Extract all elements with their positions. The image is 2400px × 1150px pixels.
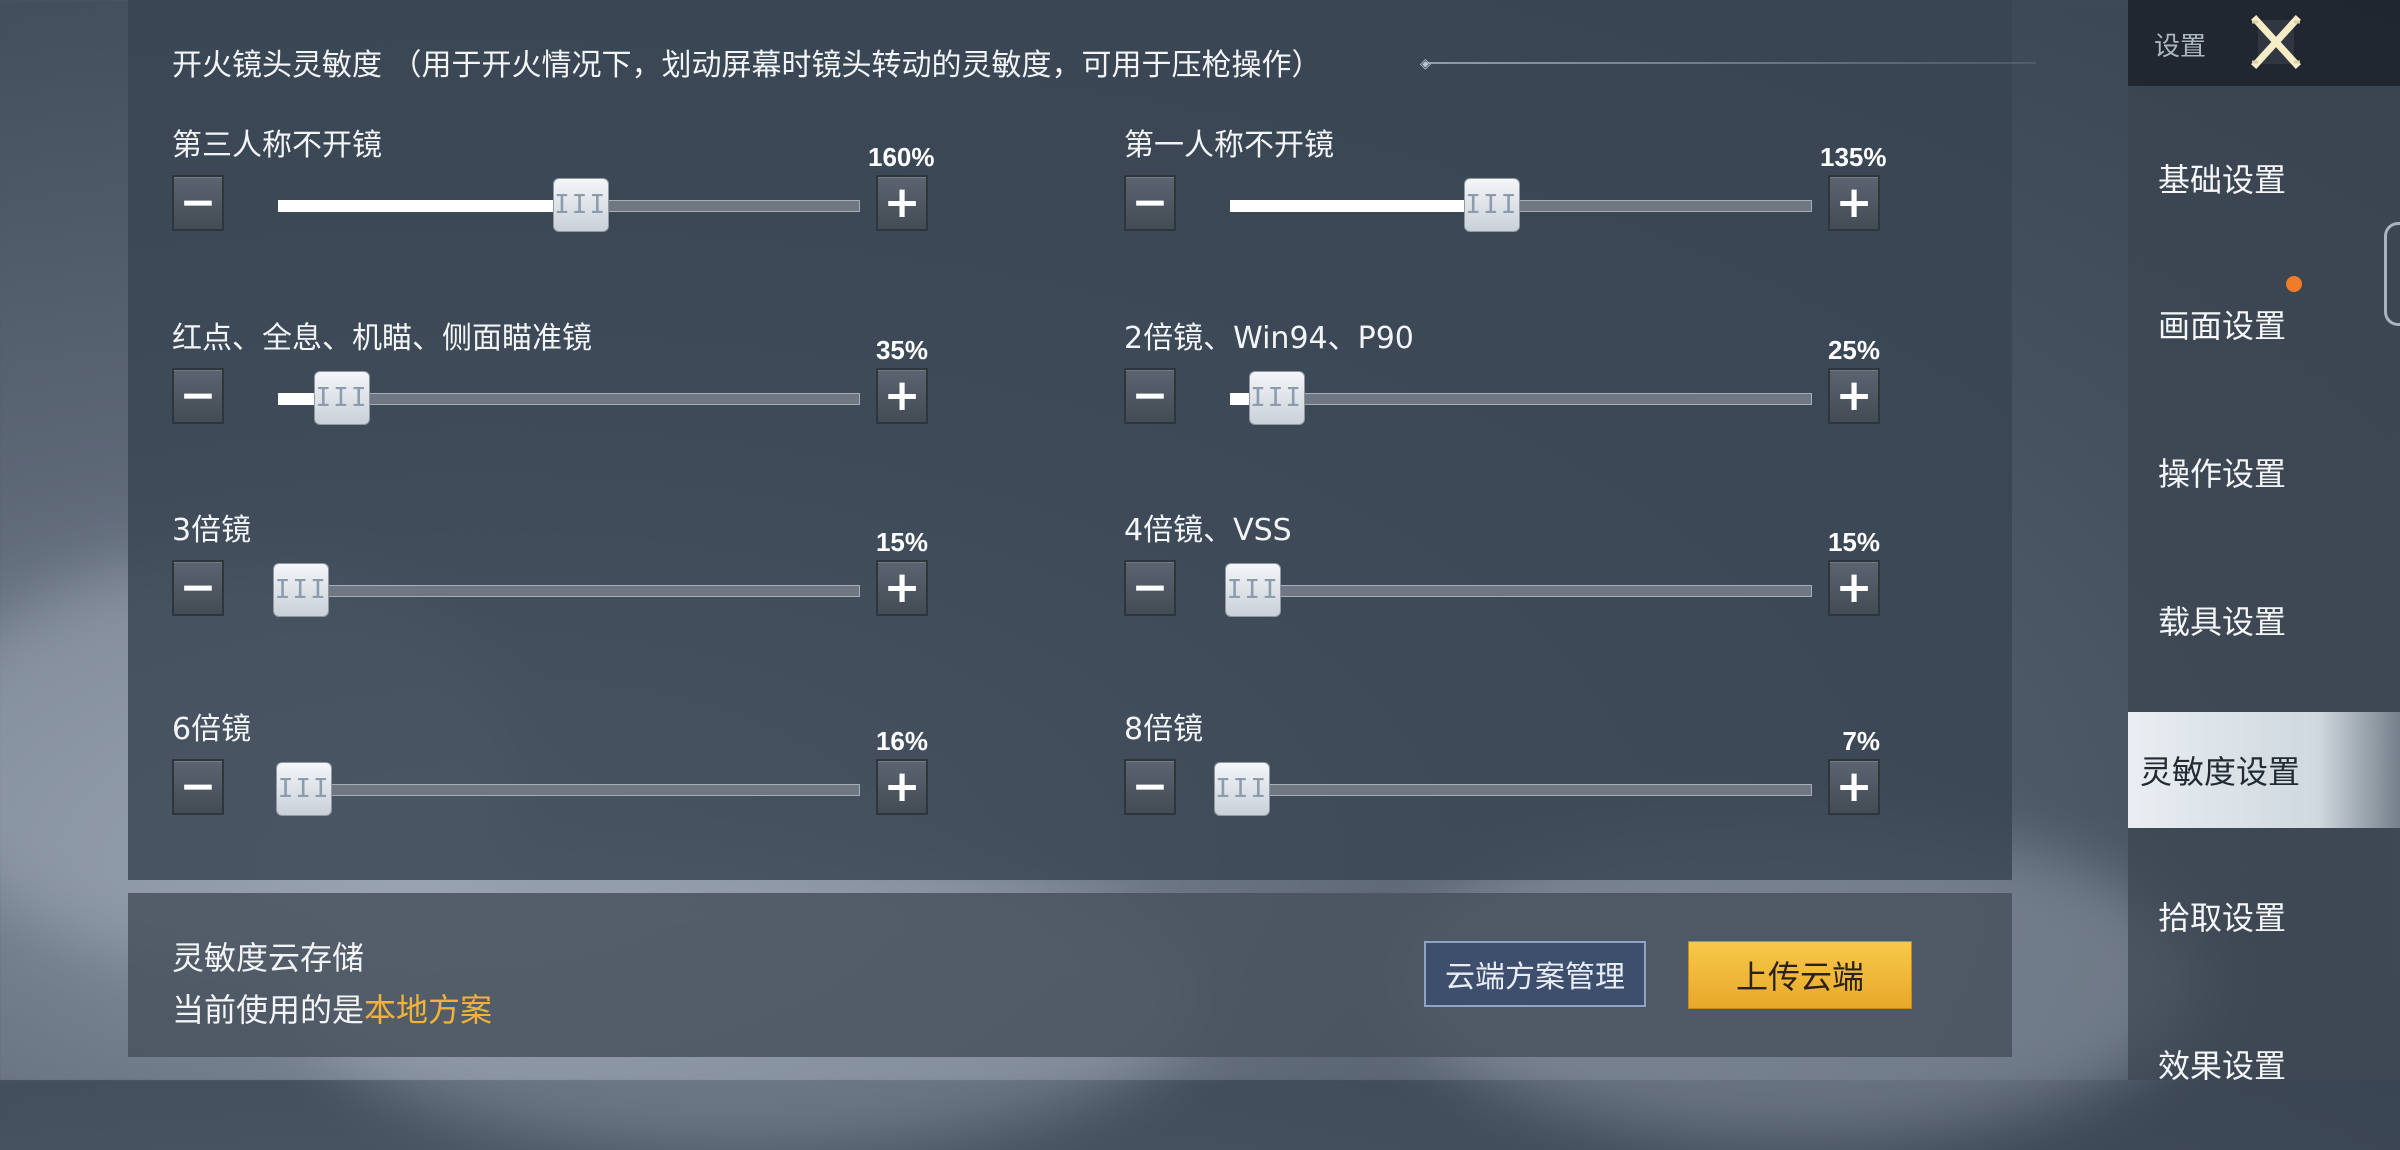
sidebar-item-vehicle[interactable]: 载具设置 (2128, 562, 2400, 678)
sidebar-item-label: 基础设置 (2158, 161, 2287, 199)
sidebar-item-controls[interactable]: 操作设置 (2128, 414, 2400, 530)
slider-label: 4倍镜、VSS (1124, 513, 1292, 548)
slider-8x: 8倍镜 7% − III + (1080, 704, 1880, 864)
close-button[interactable] (2228, 6, 2324, 78)
slider-thumb[interactable]: III (552, 178, 609, 232)
slider-label: 第一人称不开镜 (1124, 128, 1334, 163)
slider-track[interactable] (1230, 393, 1812, 405)
slider-thumb[interactable]: III (1213, 762, 1270, 816)
increase-button[interactable]: + (1828, 368, 1880, 424)
side-handle[interactable] (2384, 222, 2400, 326)
sidebar-item-graphics[interactable]: 画面设置 (2128, 266, 2400, 382)
slider-third-person: 第三人称不开镜 160% − III + (128, 120, 935, 280)
decrease-button[interactable]: − (1124, 759, 1176, 815)
slider-thumb[interactable]: III (273, 563, 330, 617)
slider-4x: 4倍镜、VSS 15% − III + (1080, 505, 1880, 665)
slider-label: 6倍镜 (172, 712, 252, 747)
sidebar-item-sensitivity[interactable]: 灵敏度设置 (2128, 712, 2400, 828)
slider-3x: 3倍镜 15% − III + (128, 505, 928, 665)
notification-dot-icon (2286, 276, 2302, 292)
slider-label: 3倍镜 (172, 513, 252, 548)
slider-track[interactable] (1230, 784, 1812, 796)
decrease-button[interactable]: − (172, 368, 224, 424)
sidebar-header: 设置 (2128, 0, 2400, 86)
title-divider (1424, 62, 2036, 64)
current-plan-text: 当前使用的是本地方案 (172, 985, 492, 1031)
slider-value: 135% (1820, 142, 1887, 172)
current-plan-name: 本地方案 (364, 991, 493, 1029)
slider-label: 8倍镜 (1124, 712, 1204, 747)
increase-button[interactable]: + (876, 759, 928, 815)
slider-red-dot: 红点、全息、机瞄、侧面瞄准镜 35% − III + (128, 313, 928, 473)
slider-value: 15% (1827, 527, 1880, 557)
increase-button[interactable]: + (1828, 175, 1880, 231)
sidebar-item-effects[interactable]: 效果设置 (2128, 1006, 2400, 1122)
slider-thumb[interactable]: III (276, 762, 333, 816)
upload-cloud-button[interactable]: 上传云端 (1688, 941, 1912, 1009)
slider-thumb[interactable]: III (314, 371, 371, 425)
settings-header-label: 设置 (2154, 32, 2207, 62)
slider-2x: 2倍镜、Win94、P90 25% − III + (1080, 313, 1880, 473)
decrease-button[interactable]: − (172, 560, 224, 616)
sidebar-item-basic[interactable]: 基础设置 (2128, 120, 2400, 236)
sidebar-item-label: 效果设置 (2158, 1047, 2287, 1085)
slider-label: 第三人称不开镜 (172, 128, 382, 163)
slider-value: 25% (1827, 335, 1880, 365)
slider-thumb[interactable]: III (1463, 178, 1520, 232)
increase-button[interactable]: + (876, 368, 928, 424)
current-plan-prefix: 当前使用的是 (172, 991, 365, 1029)
title-decoration-icon: ◈ (1420, 56, 1431, 72)
cloud-storage-panel: 灵敏度云存储 当前使用的是本地方案 云端方案管理 上传云端 (128, 893, 2012, 1057)
slider-track[interactable] (278, 784, 860, 796)
slider-label: 红点、全息、机瞄、侧面瞄准镜 (172, 321, 592, 356)
sensitivity-panel: 开火镜头灵敏度 （用于开火情况下，划动屏幕时镜头转动的灵敏度，可用于压枪操作） … (128, 0, 2036, 880)
sidebar-item-label: 拾取设置 (2158, 899, 2287, 937)
slider-value: 15% (875, 527, 928, 557)
slider-track[interactable] (278, 585, 860, 597)
sidebar-item-label: 画面设置 (2158, 307, 2287, 345)
slider-6x: 6倍镜 16% − III + (128, 704, 928, 864)
sidebar-item-label: 灵敏度设置 (2140, 753, 2301, 791)
sidebar-item-pickup[interactable]: 拾取设置 (2128, 858, 2400, 974)
increase-button[interactable]: + (876, 175, 928, 231)
decrease-button[interactable]: − (172, 759, 224, 815)
decrease-button[interactable]: − (1124, 175, 1176, 231)
slider-value: 35% (875, 335, 928, 365)
slider-first-person: 第一人称不开镜 135% − III + (1080, 120, 1887, 280)
increase-button[interactable]: + (1828, 560, 1880, 616)
decrease-button[interactable]: − (172, 175, 224, 231)
section-title: 开火镜头灵敏度 （用于开火情况下，划动屏幕时镜头转动的灵敏度，可用于压枪操作） (172, 48, 1322, 83)
decrease-button[interactable]: − (1124, 368, 1176, 424)
close-x-icon (2251, 15, 2301, 69)
cloud-plan-manage-button[interactable]: 云端方案管理 (1424, 941, 1646, 1007)
increase-button[interactable]: + (876, 560, 928, 616)
decrease-button[interactable]: − (1124, 560, 1176, 616)
sidebar-item-label: 操作设置 (2158, 455, 2287, 493)
cloud-storage-title: 灵敏度云存储 (172, 939, 365, 977)
slider-value: 7% (1842, 726, 1880, 756)
slider-label: 2倍镜、Win94、P90 (1124, 321, 1414, 356)
slider-fill (1230, 200, 1492, 212)
slider-track[interactable] (1230, 585, 1812, 597)
slider-thumb[interactable]: III (1248, 371, 1305, 425)
slider-thumb[interactable]: III (1225, 563, 1282, 617)
slider-fill (278, 200, 581, 212)
slider-value: 160% (868, 142, 935, 172)
increase-button[interactable]: + (1828, 759, 1880, 815)
sidebar-item-label: 载具设置 (2158, 603, 2287, 641)
settings-sidebar: 设置 基础设置 画面设置 操作设置 载具设置 灵敏度设置 拾取设置 效果设置 (2128, 0, 2400, 1085)
slider-value: 16% (875, 726, 928, 756)
